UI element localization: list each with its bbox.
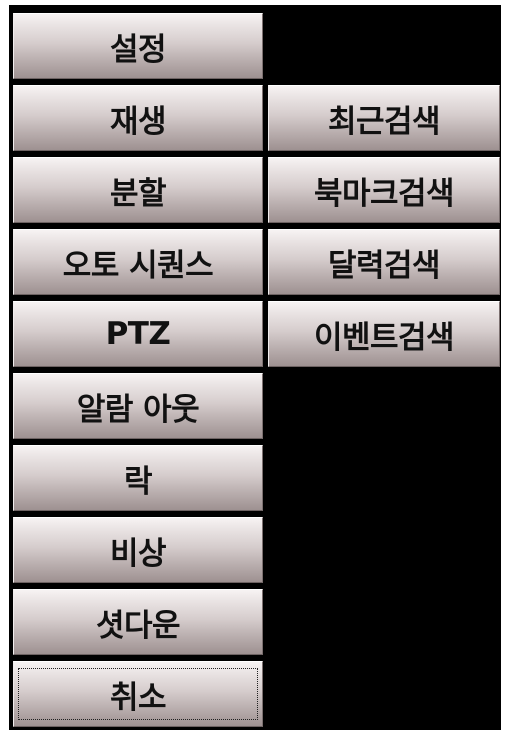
main-menu-column: 설정 재생 분할 오토 시퀀스 PTZ 알람 아웃 락 비상 셧다운 취소 — [13, 13, 263, 733]
playback-submenu-column: 최근검색 북마크검색 달력검색 이벤트검색 — [268, 85, 500, 373]
popup-menu-panel: 설정 재생 분할 오토 시퀀스 PTZ 알람 아웃 락 비상 셧다운 취소 최근… — [9, 5, 501, 730]
menu-item-lock[interactable]: 락 — [13, 445, 263, 511]
menu-item-auto-sequence[interactable]: 오토 시퀀스 — [13, 229, 263, 295]
menu-item-ptz[interactable]: PTZ — [13, 301, 263, 367]
menu-item-shutdown[interactable]: 셧다운 — [13, 589, 263, 655]
menu-item-settings[interactable]: 설정 — [13, 13, 263, 79]
submenu-item-event-search[interactable]: 이벤트검색 — [268, 301, 500, 367]
menu-item-emergency[interactable]: 비상 — [13, 517, 263, 583]
cancel-label: 취소 — [109, 679, 167, 716]
submenu-item-bookmark-search[interactable]: 북마크검색 — [268, 157, 500, 223]
submenu-item-recent-search[interactable]: 최근검색 — [268, 85, 500, 151]
menu-item-split[interactable]: 분할 — [13, 157, 263, 223]
menu-item-playback[interactable]: 재생 — [13, 85, 263, 151]
menu-item-alarm-out[interactable]: 알람 아웃 — [13, 373, 263, 439]
menu-item-cancel[interactable]: 취소 — [13, 661, 263, 727]
submenu-item-calendar-search[interactable]: 달력검색 — [268, 229, 500, 295]
